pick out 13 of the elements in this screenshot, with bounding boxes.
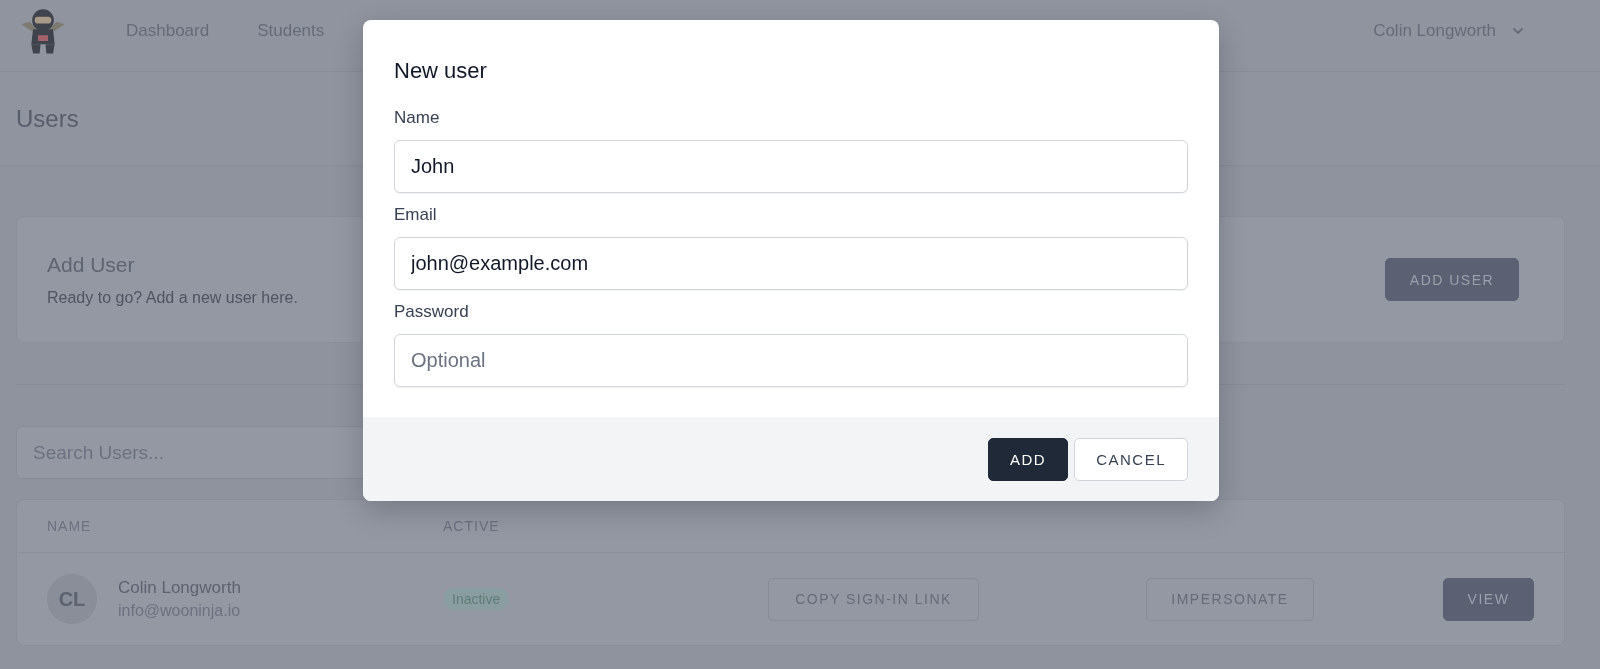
row-action-button[interactable]: VIEW bbox=[1443, 577, 1534, 621]
field-label: Password bbox=[394, 302, 470, 322]
dialog-button[interactable]: CANCEL bbox=[1074, 437, 1188, 481]
chevron-down-icon bbox=[1512, 26, 1524, 35]
input-field[interactable]: Optional bbox=[394, 334, 1188, 387]
card-subtitle: Ready to go? Add a new user here. bbox=[47, 288, 298, 307]
input-field[interactable]: john@example.com bbox=[394, 237, 1188, 290]
field-label: Name bbox=[394, 108, 441, 128]
input-field[interactable]: John bbox=[394, 140, 1188, 193]
field-label: Email bbox=[394, 205, 438, 225]
dialog-button[interactable]: ADD bbox=[987, 437, 1069, 481]
dialog-title: New user bbox=[394, 58, 488, 84]
add-user-button[interactable]: ADD USER bbox=[1385, 258, 1519, 301]
